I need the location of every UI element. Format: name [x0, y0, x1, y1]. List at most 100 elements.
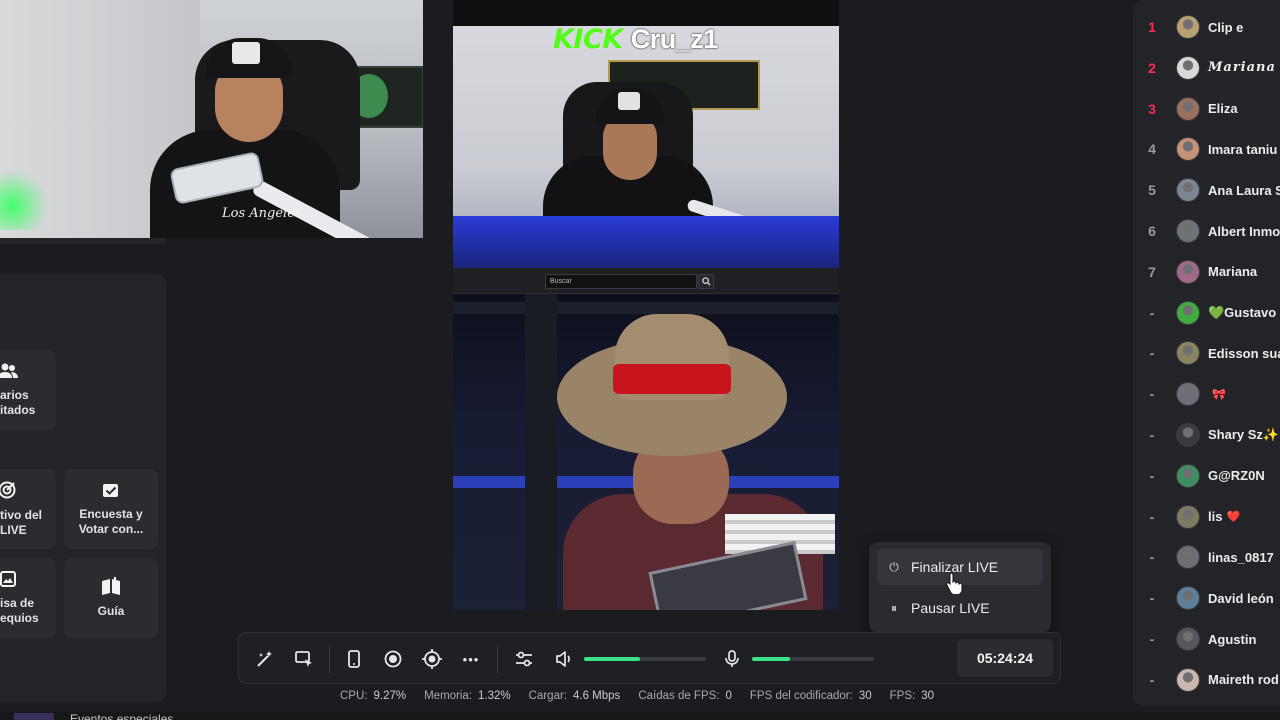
- phone-icon[interactable]: [340, 645, 368, 673]
- ranking-row[interactable]: 5 Ana Laura S: [1133, 175, 1280, 205]
- stat-label: FPS del codificador:: [749, 690, 853, 702]
- avatar[interactable]: [1176, 55, 1200, 80]
- webcam-rgb-light: [0, 170, 60, 230]
- tool-guest-users-label1: arios: [0, 387, 29, 402]
- webcam-preview: Los Angeles: [0, 0, 423, 238]
- ranking-row[interactable]: - 🎀: [1133, 379, 1280, 409]
- tool-guest-users[interactable]: arios itados: [0, 350, 56, 430]
- mic-volume-slider[interactable]: [752, 657, 874, 661]
- avatar[interactable]: [1176, 504, 1200, 529]
- pause-icon: ⏸: [890, 600, 897, 615]
- ranking-row[interactable]: - Shary Sz✨: [1133, 420, 1280, 450]
- stream-title: KICK Cru_z1: [553, 26, 718, 55]
- stat-fps: FPS: 30: [890, 690, 934, 710]
- avatar[interactable]: [1176, 423, 1200, 447]
- ranking-row[interactable]: 4 Imara taniu: [1133, 134, 1280, 164]
- users-icon: [0, 363, 18, 382]
- webcam-shirt-text: Los Angeles: [222, 206, 302, 221]
- ranking-row[interactable]: - Maireth rod: [1133, 665, 1280, 695]
- special-events-label[interactable]: Eventos especiales: [70, 712, 173, 720]
- speaker-icon[interactable]: [550, 645, 578, 673]
- avatar[interactable]: [1176, 219, 1200, 243]
- rank-number: -: [1149, 386, 1155, 403]
- stat-value: 30: [921, 690, 934, 702]
- avatar[interactable]: [1176, 300, 1200, 325]
- power-icon: ⏻: [889, 559, 899, 574]
- avatar[interactable]: [1176, 341, 1200, 366]
- stream-camera-scene: KICK Cru_z1: [453, 26, 839, 268]
- pause-live-button[interactable]: ⏸ Pausar LIVE: [877, 590, 1043, 626]
- toolbar-divider: [497, 645, 498, 673]
- ranking-row[interactable]: 1 Clip e: [1133, 12, 1280, 42]
- avatar[interactable]: [1176, 96, 1200, 121]
- avatar[interactable]: [1176, 545, 1200, 570]
- ranking-row[interactable]: 7 Mariana: [1133, 257, 1280, 287]
- microphone-icon[interactable]: [718, 645, 746, 673]
- game-search-input[interactable]: Buscar: [545, 274, 697, 289]
- avatar[interactable]: [1176, 586, 1200, 611]
- avatar[interactable]: [1176, 15, 1200, 39]
- tool-live-goal-label2: LIVE: [0, 522, 27, 537]
- rank-number: -: [1149, 467, 1155, 484]
- ranking-row[interactable]: - 💚Gustavo: [1133, 298, 1280, 328]
- more-icon[interactable]: •••: [457, 645, 485, 673]
- ranking-row[interactable]: - G@RZ0N: [1133, 461, 1280, 491]
- viewer-name: Imara taniu: [1208, 141, 1278, 157]
- screen-share-icon[interactable]: [290, 645, 318, 673]
- image-icon: [0, 570, 16, 590]
- game-browser-bar: Buscar: [453, 268, 839, 294]
- stat-value: 30: [858, 690, 872, 702]
- rank-number: -: [1149, 549, 1155, 566]
- record-icon[interactable]: [379, 645, 407, 673]
- stat-value: 1.32%: [478, 690, 511, 702]
- avatar[interactable]: [1176, 627, 1200, 651]
- settings-sliders-icon[interactable]: [510, 645, 538, 673]
- ranking-row[interactable]: - linas_0817: [1133, 542, 1280, 572]
- viewer-badge: ❤️: [1226, 511, 1241, 524]
- speaker-volume-slider[interactable]: [584, 657, 706, 661]
- performance-stats-bar: CPU: 9.27% Memoria: 1.32% Cargar: 4.6 Mbps …: [340, 690, 934, 710]
- viewer-name: 💚Gustavo: [1208, 304, 1277, 320]
- fighter-hat-band: [613, 364, 731, 394]
- viewer-name: Edisson sua: [1208, 345, 1280, 361]
- viewer-name: David león: [1208, 590, 1274, 606]
- ranking-row[interactable]: 6 Albert Inmo: [1133, 216, 1280, 246]
- avatar[interactable]: [1176, 178, 1200, 203]
- avatar[interactable]: [1176, 667, 1200, 692]
- avatar[interactable]: [1176, 382, 1200, 407]
- viewer-name: Agustin: [1208, 631, 1257, 647]
- viewer-name: Albert Inmo: [1208, 223, 1280, 239]
- tool-team-match[interactable]: isa de equios: [0, 558, 56, 638]
- ranking-row[interactable]: 3 Eliza: [1133, 94, 1280, 124]
- left-tools-panel: arios itados tivo del LIVE Encuesta y Vo…: [0, 274, 166, 702]
- rank-number: 3: [1148, 100, 1156, 117]
- rank-number: -: [1149, 590, 1155, 607]
- guide-book-icon: [101, 577, 121, 598]
- ranking-row[interactable]: - Edisson sua: [1133, 338, 1280, 368]
- kick-logo: KICK: [553, 26, 623, 55]
- rank-number: 4: [1148, 141, 1156, 158]
- rank-number: -: [1149, 345, 1155, 362]
- viewer-name: lis: [1208, 509, 1223, 525]
- stat-label: FPS:: [889, 690, 916, 702]
- ranking-row[interactable]: 2 Mariana: [1133, 53, 1280, 83]
- stat-fps-drops: Caídas de FPS: 0: [638, 690, 732, 710]
- rank-number: 7: [1148, 263, 1156, 280]
- tool-live-goal[interactable]: tivo del LIVE: [0, 469, 56, 549]
- avatar[interactable]: [1176, 259, 1200, 284]
- tool-poll-vote[interactable]: Encuesta y Votar con...: [64, 469, 158, 549]
- stream-control-toolbar: ••• 05:24:24: [238, 632, 1061, 684]
- tool-live-goal-label1: tivo del: [0, 507, 43, 522]
- left-panel-strip: [0, 238, 166, 244]
- tool-guide[interactable]: Guía: [64, 558, 158, 638]
- ranking-row[interactable]: - lis ❤️: [1133, 502, 1280, 532]
- avatar[interactable]: [1176, 463, 1200, 488]
- ranking-row[interactable]: - David león: [1133, 583, 1280, 613]
- magic-wand-icon[interactable]: [251, 645, 279, 673]
- search-icon[interactable]: [698, 274, 714, 289]
- viewer-name: Shary Sz✨: [1208, 427, 1280, 442]
- rank-number: 1: [1148, 19, 1156, 35]
- ranking-row[interactable]: - Agustin: [1133, 624, 1280, 654]
- avatar[interactable]: [1176, 137, 1200, 162]
- camera-focus-icon[interactable]: [418, 645, 446, 673]
